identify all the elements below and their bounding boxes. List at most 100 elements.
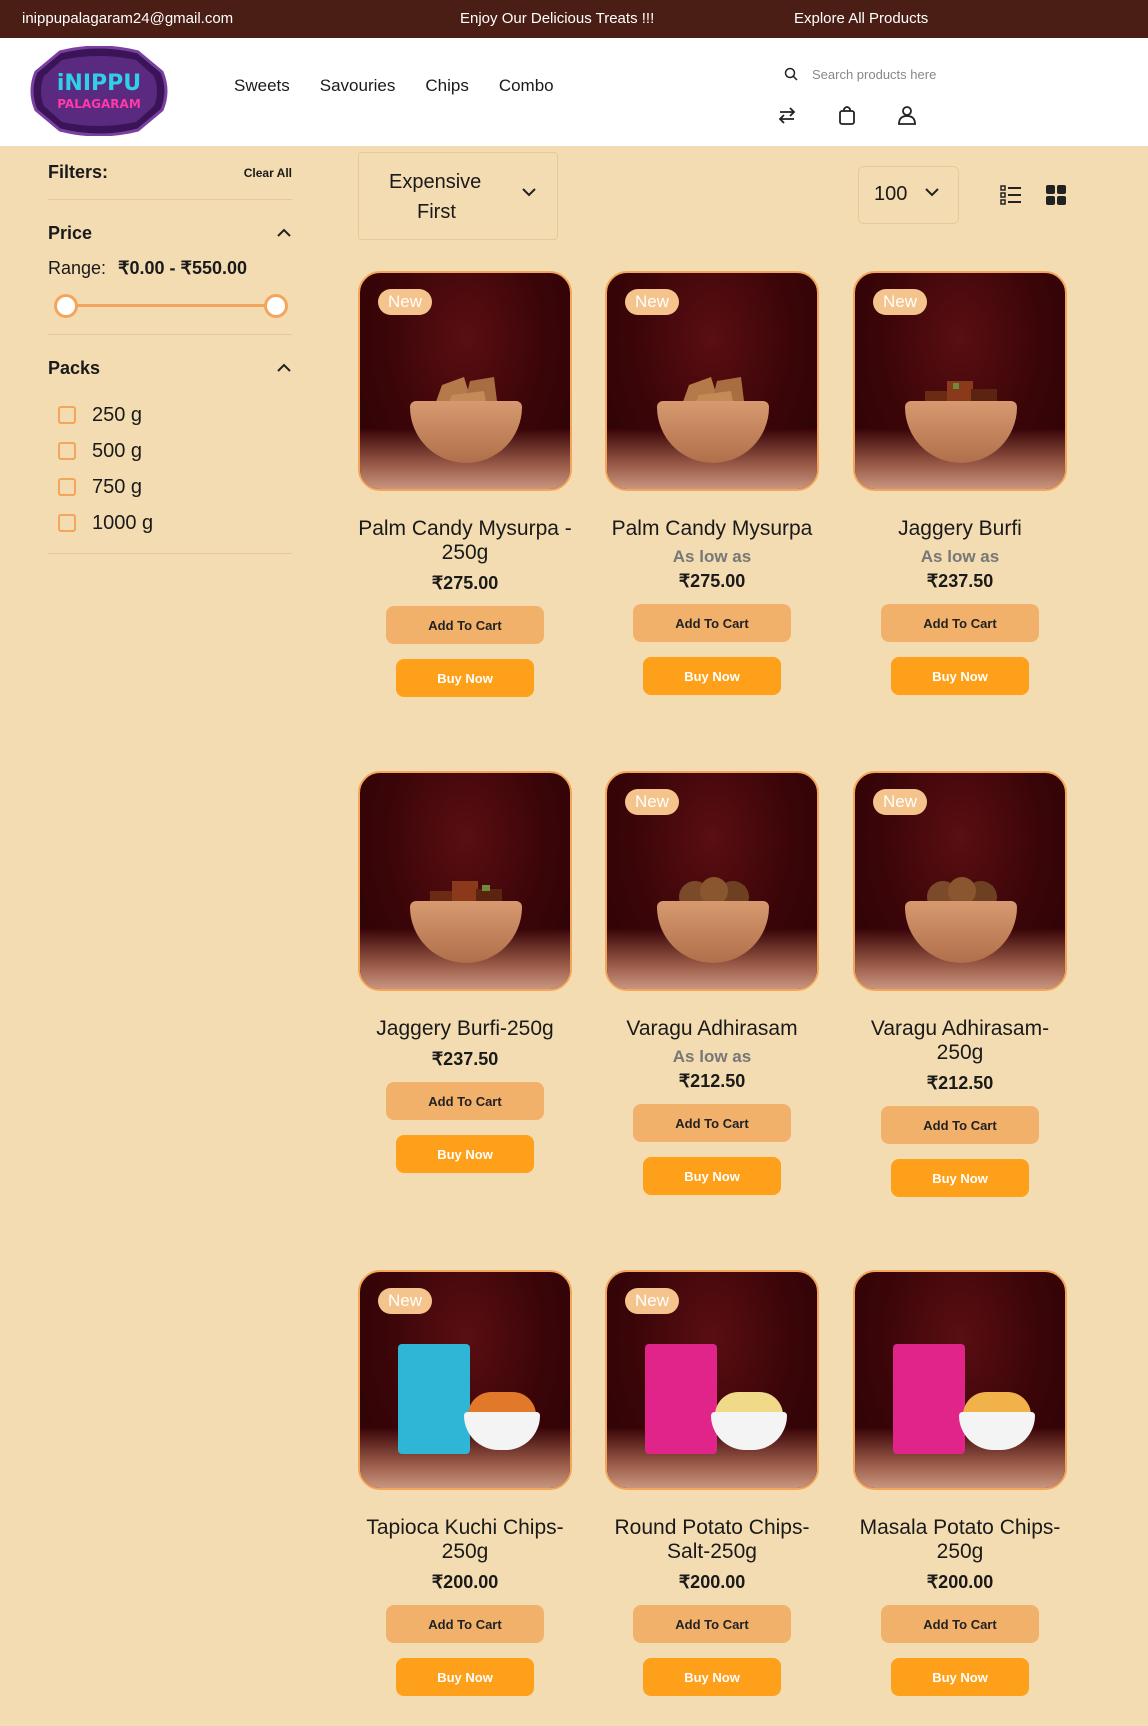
product-card: New Tapioca Kuchi Chips-250g ₹200.00 Add… bbox=[358, 1270, 572, 1696]
pack-label: 250 g bbox=[92, 403, 143, 426]
logo-text-top: iNIPPU bbox=[57, 71, 141, 96]
product-name[interactable]: Round Potato Chips-Salt-250g bbox=[605, 1516, 819, 1564]
pack-label: 750 g bbox=[92, 475, 143, 498]
product-image[interactable] bbox=[358, 771, 572, 991]
filters-sidebar: Filters: Clear All Price Range: ₹0.00 - … bbox=[48, 146, 292, 554]
buy-now-button[interactable]: Buy Now bbox=[643, 1157, 781, 1195]
product-name[interactable]: Jaggery Burfi-250g bbox=[358, 1017, 572, 1041]
product-name[interactable]: Varagu Adhirasam bbox=[605, 1017, 819, 1041]
top-bar: inippupalagaram24@gmail.com Enjoy Our De… bbox=[0, 0, 1148, 38]
product-image[interactable]: New bbox=[358, 271, 572, 491]
product-image[interactable]: New bbox=[358, 1270, 572, 1490]
pack-option[interactable]: 1000 g bbox=[48, 505, 292, 541]
product-image[interactable]: New bbox=[605, 271, 819, 491]
pack-label: 500 g bbox=[92, 439, 143, 462]
product-name[interactable]: Masala Potato Chips-250g bbox=[853, 1516, 1067, 1564]
site-logo[interactable]: iNIPPU PALAGARAM bbox=[30, 46, 168, 136]
product-card: New Varagu Adhirasam-250g ₹212.50 Add To… bbox=[853, 771, 1067, 1197]
price-slider bbox=[48, 285, 292, 335]
explore-all-link[interactable]: Explore All Products bbox=[794, 10, 928, 27]
new-badge: New bbox=[625, 289, 680, 315]
per-page-value: 100 bbox=[874, 183, 908, 205]
pack-option[interactable]: 250 g bbox=[48, 397, 292, 433]
product-name[interactable]: Jaggery Burfi bbox=[853, 517, 1067, 541]
nav-sweets[interactable]: Sweets bbox=[234, 76, 290, 96]
header-icons bbox=[776, 104, 918, 126]
checkbox[interactable] bbox=[58, 478, 76, 496]
product-card: New Jaggery Burfi As low as ₹237.50 Add … bbox=[853, 271, 1067, 695]
price-range: Range: ₹0.00 - ₹550.00 bbox=[48, 258, 292, 279]
pack-label: 1000 g bbox=[92, 511, 154, 534]
list-view-icon[interactable] bbox=[1000, 184, 1022, 206]
product-image[interactable]: New bbox=[853, 771, 1067, 991]
buy-now-button[interactable]: Buy Now bbox=[891, 657, 1029, 695]
new-badge: New bbox=[625, 789, 680, 815]
buy-now-button[interactable]: Buy Now bbox=[643, 1658, 781, 1696]
buy-now-button[interactable]: Buy Now bbox=[396, 1135, 534, 1173]
slider-max-handle[interactable] bbox=[264, 294, 288, 318]
site-header: iNIPPU PALAGARAM Sweets Savouries Chips … bbox=[0, 38, 1148, 146]
buy-now-button[interactable]: Buy Now bbox=[396, 659, 534, 697]
chevron-up-icon bbox=[277, 228, 291, 237]
search-bar bbox=[784, 60, 1014, 88]
add-to-cart-button[interactable]: Add To Cart bbox=[633, 1104, 791, 1142]
slider-min-handle[interactable] bbox=[54, 294, 78, 318]
price-title: Price bbox=[48, 222, 93, 243]
filters-title: Filters: bbox=[48, 162, 109, 182]
product-card: New Varagu Adhirasam As low as ₹212.50 A… bbox=[605, 771, 819, 1195]
contact-email[interactable]: inippupalagaram24@gmail.com bbox=[22, 10, 233, 27]
product-image[interactable] bbox=[853, 1270, 1067, 1490]
buy-now-button[interactable]: Buy Now bbox=[891, 1159, 1029, 1197]
product-price: ₹200.00 bbox=[431, 1572, 499, 1592]
product-price: ₹212.50 bbox=[678, 1071, 746, 1091]
add-to-cart-button[interactable]: Add To Cart bbox=[386, 1605, 544, 1643]
add-to-cart-button[interactable]: Add To Cart bbox=[881, 1605, 1039, 1643]
packs-list: 250 g 500 g 750 g 1000 g bbox=[48, 393, 292, 554]
product-name[interactable]: Palm Candy Mysurpa bbox=[605, 517, 819, 541]
nav-savouries[interactable]: Savouries bbox=[320, 76, 396, 96]
per-page-dropdown[interactable]: 100 bbox=[858, 166, 959, 224]
new-badge: New bbox=[378, 1288, 433, 1314]
packs-title: Packs bbox=[48, 357, 101, 378]
packs-section-toggle[interactable]: Packs bbox=[48, 343, 292, 393]
search-icon[interactable] bbox=[784, 67, 798, 81]
nav-chips[interactable]: Chips bbox=[425, 76, 468, 96]
buy-now-button[interactable]: Buy Now bbox=[396, 1658, 534, 1696]
price-section-toggle[interactable]: Price bbox=[48, 208, 292, 258]
pack-option[interactable]: 750 g bbox=[48, 469, 292, 505]
chips-pack bbox=[645, 1344, 717, 1454]
pack-option[interactable]: 500 g bbox=[48, 433, 292, 469]
add-to-cart-button[interactable]: Add To Cart bbox=[633, 604, 791, 642]
checkbox[interactable] bbox=[58, 442, 76, 460]
sort-line-2: First bbox=[417, 201, 456, 223]
user-icon[interactable] bbox=[896, 104, 918, 126]
product-card: New Palm Candy Mysurpa As low as ₹275.00… bbox=[605, 271, 819, 695]
product-image[interactable]: New bbox=[853, 271, 1067, 491]
clear-all-button[interactable]: Clear All bbox=[244, 166, 292, 180]
search-input[interactable] bbox=[812, 66, 1002, 82]
product-name[interactable]: Varagu Adhirasam-250g bbox=[853, 1017, 1067, 1065]
sort-dropdown[interactable]: Expensive First bbox=[358, 152, 558, 240]
product-name[interactable]: Palm Candy Mysurpa - 250g bbox=[358, 517, 572, 565]
bag-icon[interactable] bbox=[836, 104, 858, 126]
product-name[interactable]: Tapioca Kuchi Chips-250g bbox=[358, 1516, 572, 1564]
product-image[interactable]: New bbox=[605, 771, 819, 991]
buy-now-button[interactable]: Buy Now bbox=[891, 1658, 1029, 1696]
add-to-cart-button[interactable]: Add To Cart bbox=[386, 1082, 544, 1120]
checkbox[interactable] bbox=[58, 406, 76, 424]
range-value: ₹0.00 - ₹550.00 bbox=[118, 258, 248, 278]
add-to-cart-button[interactable]: Add To Cart bbox=[633, 1605, 791, 1643]
product-image[interactable]: New bbox=[605, 1270, 819, 1490]
nav-combo[interactable]: Combo bbox=[499, 76, 554, 96]
checkbox[interactable] bbox=[58, 514, 76, 532]
new-badge: New bbox=[873, 289, 928, 315]
chips-pack bbox=[398, 1344, 470, 1454]
grid-view-icon[interactable] bbox=[1045, 184, 1067, 206]
add-to-cart-button[interactable]: Add To Cart bbox=[881, 1106, 1039, 1144]
buy-now-button[interactable]: Buy Now bbox=[643, 657, 781, 695]
add-to-cart-button[interactable]: Add To Cart bbox=[386, 606, 544, 644]
as-low-as-label: As low as bbox=[920, 547, 1000, 566]
chips-pack bbox=[893, 1344, 965, 1454]
add-to-cart-button[interactable]: Add To Cart bbox=[881, 604, 1039, 642]
compare-icon[interactable] bbox=[776, 104, 798, 126]
